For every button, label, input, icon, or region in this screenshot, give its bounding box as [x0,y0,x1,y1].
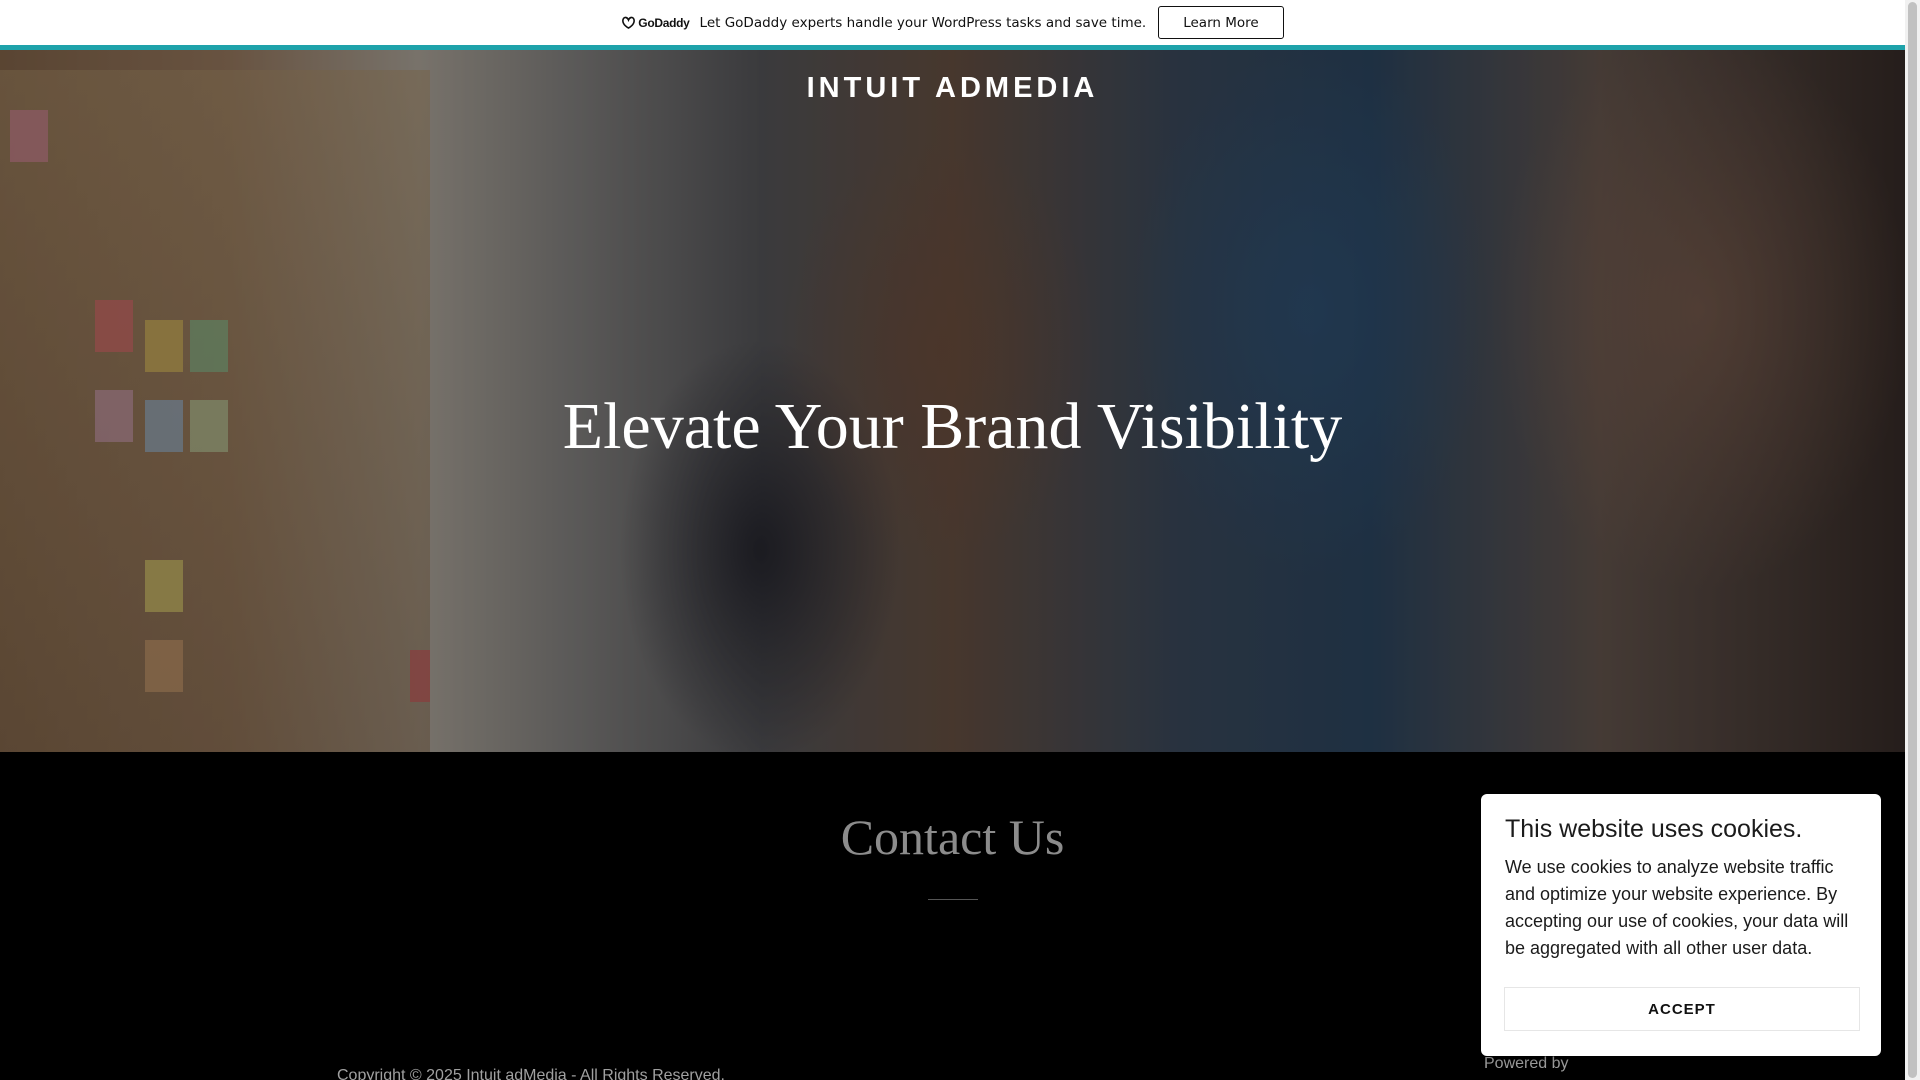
godaddy-logo-text: GoDaddy [638,15,690,30]
learn-more-button[interactable]: Learn More [1158,6,1284,39]
cookie-banner: This website uses cookies. We use cookie… [1481,794,1881,1056]
hero-section: INTUIT ADMEDIA Elevate Your Brand Visibi… [0,50,1905,752]
godaddy-icon [622,16,636,29]
godaddy-logo: GoDaddy [621,15,690,30]
copyright-text: Copyright © 2025 Intuit adMedia - All Ri… [337,1067,725,1080]
accept-cookies-button[interactable]: ACCEPT [1505,988,1859,1030]
powered-by-text: Powered by [1484,1055,1569,1072]
cookie-body: We use cookies to analyze website traffi… [1505,856,1849,958]
page-scrollbar[interactable] [1905,0,1920,1080]
cookie-title: This website uses cookies. [1505,815,1803,843]
promo-bar: GoDaddy Let GoDaddy experts handle your … [0,0,1905,50]
site-title[interactable]: INTUIT ADMEDIA [0,72,1905,105]
page: GoDaddy Let GoDaddy experts handle your … [0,0,1905,1080]
scrollbar-thumb[interactable] [1908,2,1917,1078]
promo-content: GoDaddy Let GoDaddy experts handle your … [621,6,1284,39]
contact-divider [928,899,978,900]
promo-message: Let GoDaddy experts handle your WordPres… [699,14,1147,31]
hero-heading: Elevate Your Brand Visibility [562,390,1343,463]
